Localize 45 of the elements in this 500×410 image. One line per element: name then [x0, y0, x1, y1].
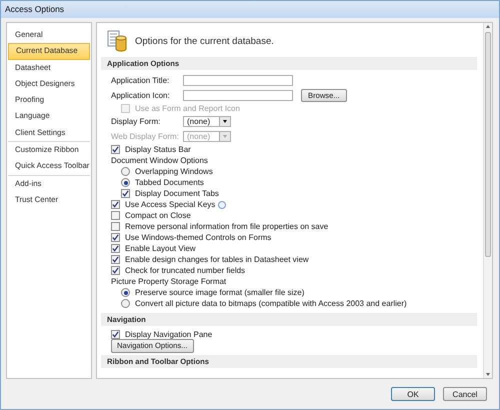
field-label: Web Display Form: [111, 132, 180, 141]
radio-label: Overlapping Windows [135, 167, 213, 176]
checkbox-label: Display Status Bar [125, 145, 191, 154]
checkbox-label: Display Navigation Pane [125, 330, 212, 339]
group-label: Picture Property Storage Format [111, 277, 226, 286]
checkbox[interactable] [111, 145, 120, 154]
checkbox-label: Use Access Special Keys [125, 200, 216, 209]
checkbox-label: Remove personal information from file properties on save [125, 222, 328, 231]
field-label: Display Form: [111, 117, 162, 126]
dialog-button[interactable]: Cancel [443, 387, 487, 401]
page-heading: Options for the current database. [135, 36, 274, 46]
radio-button[interactable] [121, 299, 130, 308]
window-title: Access Options [1, 1, 499, 18]
radio-label: Preserve source image format (smaller file size) [135, 288, 304, 297]
radio-button[interactable] [121, 288, 130, 297]
info-icon[interactable] [218, 200, 226, 208]
field-label: Application Title: [111, 76, 170, 85]
checkbox[interactable] [111, 244, 120, 253]
checkbox-label: Use as Form and Report Icon [135, 104, 240, 113]
dropdown[interactable]: (none) [183, 116, 231, 127]
checkbox-label: Check for truncated number fields [125, 266, 246, 275]
group-label: Document Window Options [111, 156, 208, 165]
text-field[interactable] [183, 75, 293, 86]
field-label: Application Icon: [111, 91, 171, 100]
database-icon [107, 30, 127, 52]
checkbox[interactable] [111, 233, 120, 242]
checkbox-label: Enable Layout View [125, 244, 196, 253]
checkbox[interactable] [121, 189, 130, 198]
checkbox-label: Enable design changes for tables in Datasheet view [125, 255, 309, 264]
checkbox-label: Use Windows-themed Controls on Forms [125, 233, 272, 242]
checkbox[interactable] [111, 222, 120, 231]
scrollbar[interactable] [483, 23, 492, 378]
checkbox[interactable] [111, 266, 120, 275]
checkbox-label: Compact on Close [125, 211, 191, 220]
radio-label: Tabbed Documents [135, 178, 204, 187]
checkbox[interactable] [111, 211, 120, 220]
checkbox[interactable] [111, 255, 120, 264]
radio-button[interactable] [121, 167, 130, 176]
radio-button[interactable] [121, 178, 130, 187]
checkbox[interactable] [111, 330, 120, 339]
checkbox-label: Display Document Tabs [135, 189, 219, 198]
text-field[interactable] [183, 90, 293, 101]
dialog-button[interactable]: OK [391, 387, 435, 401]
radio-label: Convert all picture data to bitmaps (compatible with Access 2003 and earlier) [135, 299, 407, 308]
checkbox[interactable] [111, 200, 120, 209]
